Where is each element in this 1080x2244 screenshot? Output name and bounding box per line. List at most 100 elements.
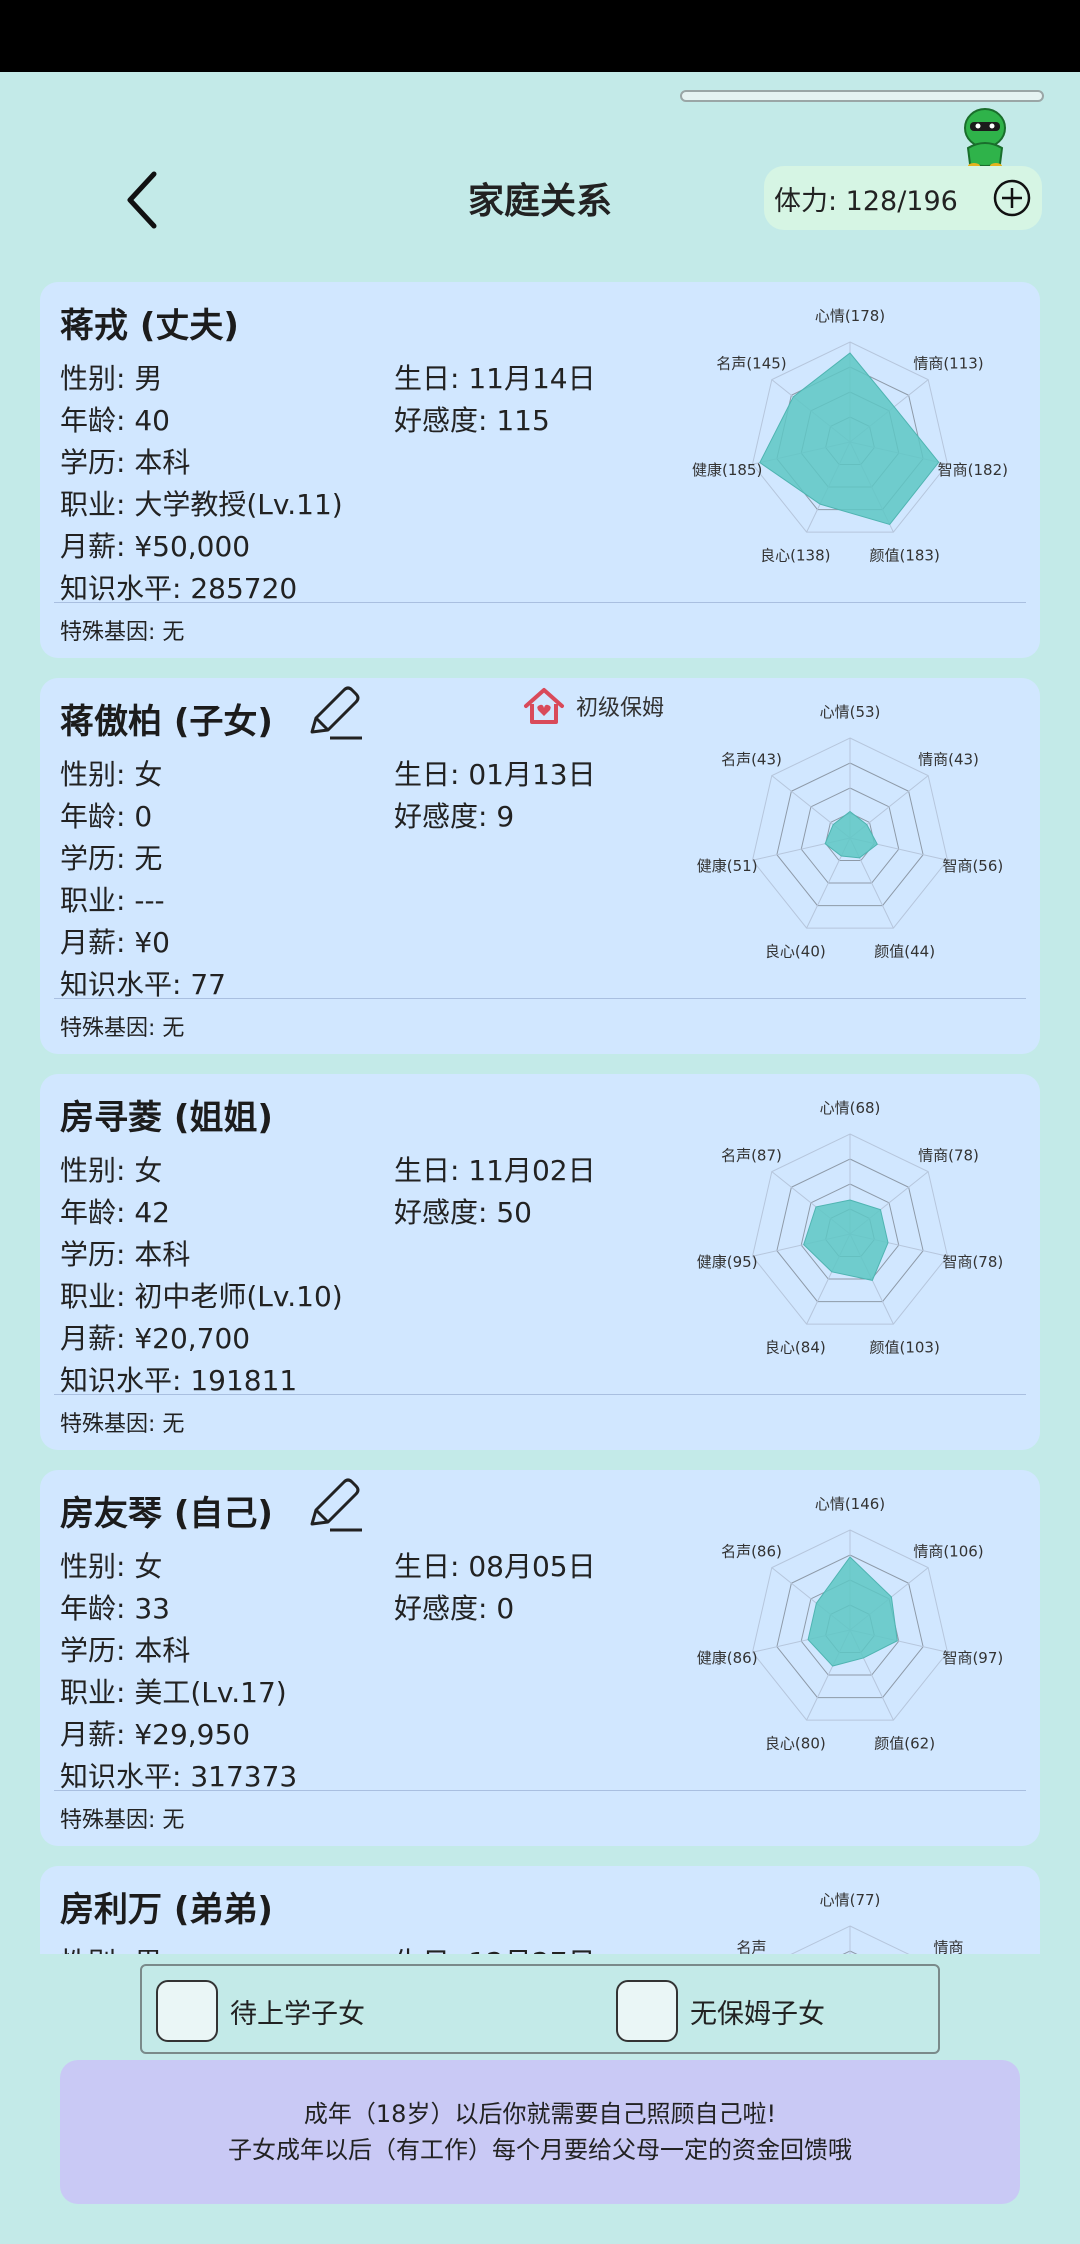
school-children-checkbox[interactable]	[156, 1980, 218, 2042]
member-education: 学历: 本科	[60, 446, 191, 479]
radar-axis-label: 良心(84)	[765, 1339, 826, 1357]
divider	[54, 1394, 1026, 1395]
top-handle[interactable]	[680, 90, 1044, 102]
member-card[interactable]: 房利万 (弟弟) 性别: 男 生日: 12月27日 心情(77)情商智商颜值良心…	[40, 1866, 1040, 1954]
family-list[interactable]: 蒋戎 (丈夫) 性别: 男 年龄: 40 学历: 本科 职业: 大学教授(Lv.…	[0, 278, 1080, 1954]
member-info-right: 生日: 12月27日	[394, 1942, 596, 1954]
radar-axis-label: 颜值(103)	[869, 1339, 939, 1357]
member-knowledge: 知识水平: 191811	[60, 1364, 298, 1397]
radar-data-area	[824, 810, 878, 859]
member-gene: 特殊基因: 无	[60, 1016, 185, 1041]
member-birthday: 生日: 08月05日	[394, 1550, 596, 1583]
stamina-label: 体力: 128/196	[774, 185, 958, 217]
member-knowledge: 知识水平: 77	[60, 968, 226, 1001]
stats-radar-chart: 心情(146) 情商(106) 智商(97) 颜值(62) 良心(80) 健康(86) 名声…	[697, 1495, 1003, 1753]
filter-school-children[interactable]: 待上学子女	[156, 1979, 365, 2043]
radar-axis-label: 心情(68)	[820, 1099, 881, 1117]
member-age: 年龄: 0	[60, 800, 153, 833]
member-birthday: 生日: 01月13日	[394, 758, 596, 791]
divider	[54, 602, 1026, 603]
member-name: 房利万 (弟弟)	[60, 1890, 273, 1930]
member-info-right: 生日: 08月05日 好感度: 0	[394, 1546, 596, 1630]
pencil-edit-icon[interactable]	[302, 1474, 364, 1536]
member-info-left: 性别: 男	[60, 1942, 162, 1954]
member-name: 房寻菱 (姐姐)	[60, 1098, 273, 1138]
radar-data-area	[759, 352, 940, 526]
member-affinity: 好感度: 115	[394, 404, 550, 437]
radar-axis-label: 情商(106)	[913, 1542, 983, 1560]
no-nanny-children-label: 无保姆子女	[690, 1998, 825, 2030]
member-card[interactable]: 房友琴 (自己) 性别: 女 年龄: 33 学历: 本科 职业: 美工(Lv.1…	[40, 1470, 1040, 1846]
member-education: 学历: 无	[60, 842, 163, 875]
home-heart-icon	[524, 688, 564, 724]
radar-axis-label: 心情(178)	[815, 307, 885, 325]
add-stamina-button[interactable]	[992, 178, 1032, 218]
member-card[interactable]: 蒋傲柏 (子女) 初级保姆 性别: 女 年龄: 0 学历: 无 职业: --- …	[40, 678, 1040, 1054]
radar-axis-label: 健康(185)	[692, 461, 762, 479]
member-education: 学历: 本科	[60, 1634, 191, 1667]
radar-axis-label: 健康(51)	[697, 857, 758, 875]
member-info-left: 性别: 男 年龄: 40 学历: 本科 职业: 大学教授(Lv.11) 月薪: …	[60, 358, 343, 610]
member-birthday: 生日: 11月02日	[394, 1154, 596, 1187]
member-affinity: 好感度: 0	[394, 1592, 515, 1625]
member-info-left: 性别: 女 年龄: 42 学历: 本科 职业: 初中老师(Lv.10) 月薪: …	[60, 1150, 343, 1402]
radar-axis-label: 名声	[736, 1938, 766, 1954]
no-nanny-children-checkbox[interactable]	[616, 1980, 678, 2042]
member-age: 年龄: 33	[60, 1592, 170, 1625]
divider	[54, 998, 1026, 999]
radar-axis-label: 情商(113)	[913, 354, 983, 372]
member-salary: 月薪: ¥20,700	[60, 1322, 251, 1355]
radar-axis-label: 颜值(62)	[874, 1735, 935, 1753]
member-knowledge: 知识水平: 317373	[60, 1760, 298, 1793]
school-children-label: 待上学子女	[230, 1998, 365, 2030]
member-knowledge: 知识水平: 285720	[60, 572, 298, 605]
member-age: 年龄: 40	[60, 404, 170, 437]
member-card[interactable]: 房寻菱 (姐姐) 性别: 女 年龄: 42 学历: 本科 职业: 初中老师(Lv…	[40, 1074, 1040, 1450]
member-gene: 特殊基因: 无	[60, 1412, 185, 1437]
page-title: 家庭关系	[467, 181, 612, 222]
filter-panel: 待上学子女 无保姆子女	[140, 1964, 940, 2054]
radar-axis-label: 智商(78)	[942, 1253, 1003, 1271]
radar-axis-label: 智商(56)	[942, 857, 1003, 875]
member-gene: 特殊基因: 无	[60, 620, 185, 645]
member-job: 职业: 美工(Lv.17)	[60, 1676, 287, 1709]
nanny-badge-label: 初级保姆	[576, 696, 665, 721]
radar-axis-label: 心情(53)	[820, 703, 881, 721]
member-salary: 月薪: ¥29,950	[60, 1718, 251, 1751]
member-gender: 性别: 男	[60, 362, 163, 395]
radar-axis-label: 心情(77)	[820, 1891, 881, 1909]
member-info-left: 性别: 女 年龄: 33 学历: 本科 职业: 美工(Lv.17) 月薪: ¥2…	[60, 1546, 297, 1798]
member-name: 蒋傲柏 (子女)	[60, 702, 273, 742]
filter-no-nanny-children[interactable]: 无保姆子女	[616, 1979, 825, 2043]
member-age: 年龄: 42	[60, 1196, 170, 1229]
back-button[interactable]	[112, 170, 172, 230]
member-info-right: 生日: 11月02日 好感度: 50	[394, 1150, 596, 1234]
tip-line-2: 子女成年以后（有工作）每个月要给父母一定的资金回馈哦	[228, 2136, 852, 2164]
header: 家庭关系 体力: 128/196	[0, 160, 1080, 240]
stats-radar-chart: 心情(68) 情商(78) 智商(78) 颜值(103) 良心(84) 健康(95) 名声(…	[697, 1099, 1003, 1357]
member-card[interactable]: 蒋戎 (丈夫) 性别: 男 年龄: 40 学历: 本科 职业: 大学教授(Lv.…	[40, 282, 1040, 658]
radar-axis-label: 名声(86)	[721, 1542, 782, 1560]
radar-axis-label: 心情(146)	[815, 1495, 885, 1513]
tip-line-1: 成年（18岁）以后你就需要自己照顾自己啦!	[303, 2100, 777, 2128]
radar-axis-label: 智商(182)	[938, 461, 1008, 479]
member-gender: 性别: 男	[60, 1942, 162, 1954]
radar-axis-label: 名声(145)	[716, 354, 786, 372]
member-job: 职业: ---	[60, 884, 165, 917]
member-affinity: 好感度: 9	[394, 800, 515, 833]
member-name: 房友琴 (自己)	[60, 1494, 273, 1534]
member-info-right: 生日: 11月14日 好感度: 115	[394, 358, 596, 442]
member-job: 职业: 初中老师(Lv.10)	[60, 1280, 343, 1313]
radar-axis-label: 健康(86)	[697, 1649, 758, 1667]
member-birthday: 生日: 11月14日	[394, 362, 596, 395]
member-info-left: 性别: 女 年龄: 0 学历: 无 职业: --- 月薪: ¥0 知识水平: 7…	[60, 754, 226, 1006]
radar-axis-label: 良心(80)	[765, 1735, 826, 1753]
tip-banner: 成年（18岁）以后你就需要自己照顾自己啦! 子女成年以后（有工作）每个月要给父母…	[60, 2060, 1020, 2204]
radar-axis-label: 情商	[934, 1938, 964, 1954]
pencil-edit-icon[interactable]	[302, 682, 364, 744]
member-gender: 性别: 女	[60, 758, 163, 791]
member-info-right: 生日: 01月13日 好感度: 9	[394, 754, 596, 838]
radar-axis-label: 颜值(183)	[869, 547, 939, 565]
radar-axis-label: 情商(78)	[918, 1146, 979, 1164]
stats-radar-chart: 心情(77)情商智商颜值良心健康名声	[736, 1891, 964, 1954]
